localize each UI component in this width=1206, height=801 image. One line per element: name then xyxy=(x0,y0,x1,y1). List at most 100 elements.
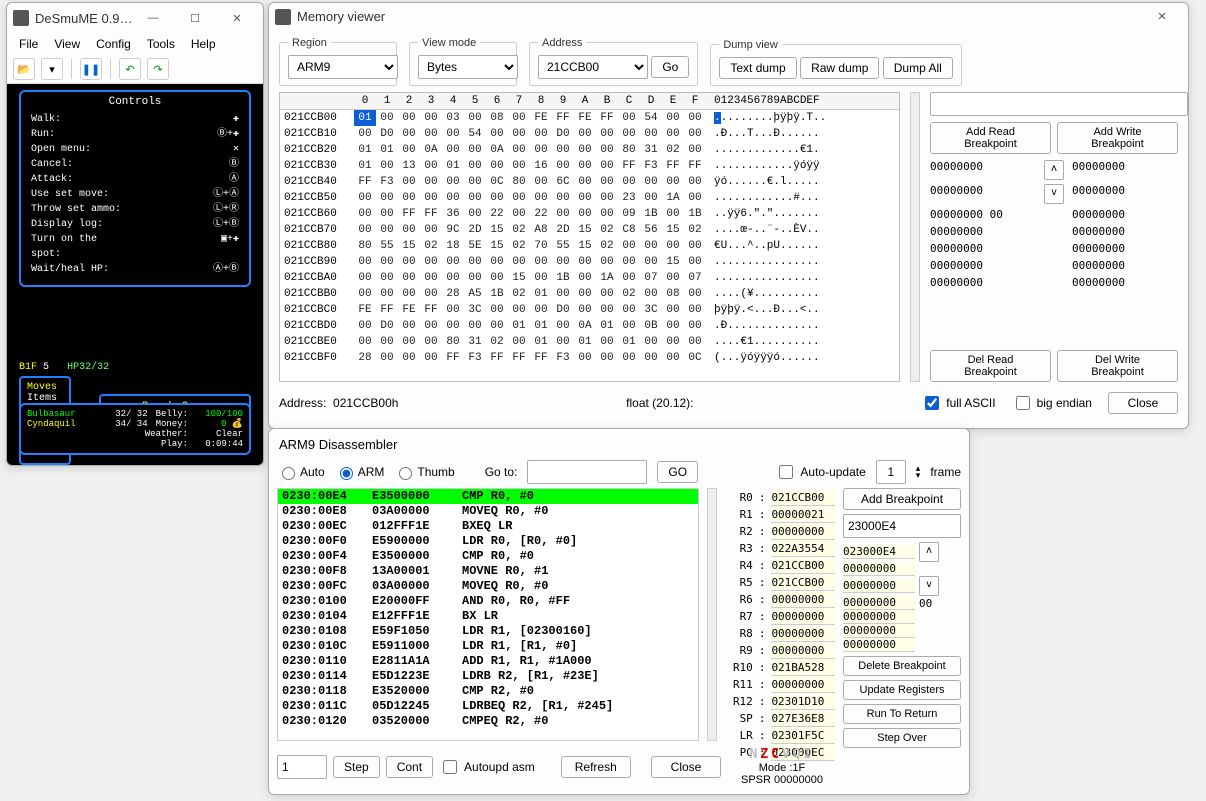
hex-byte[interactable]: 00 xyxy=(552,206,574,222)
asm-row[interactable]: 0230:00FC03A00000MOVEQ R0, #0 xyxy=(278,579,698,594)
asm-row[interactable]: 0230:0118E3520000CMP R2, #0 xyxy=(278,684,698,699)
hex-byte[interactable]: FE xyxy=(574,110,596,126)
game-menu-item[interactable]: Moves xyxy=(27,382,63,393)
hex-byte[interactable]: 00 xyxy=(508,302,530,318)
hex-byte[interactable]: 00 xyxy=(530,142,552,158)
hex-byte[interactable]: 00 xyxy=(618,254,640,270)
hex-byte[interactable]: 00 xyxy=(574,190,596,206)
run-return-button[interactable]: Run To Return xyxy=(843,704,961,724)
add-bp-button[interactable]: Add Breakpoint xyxy=(843,488,961,510)
hex-byte[interactable]: F3 xyxy=(552,350,574,366)
hex-byte[interactable]: 00 xyxy=(354,126,376,142)
hex-byte[interactable]: 15 xyxy=(574,238,596,254)
register-value[interactable]: 021BA528 xyxy=(771,660,835,676)
hex-byte[interactable]: 00 xyxy=(530,302,552,318)
dropdown-icon[interactable]: ▾ xyxy=(41,58,63,80)
hex-byte[interactable]: 01 xyxy=(354,158,376,174)
hex-byte[interactable]: 00 xyxy=(442,174,464,190)
hex-byte[interactable]: 00 xyxy=(398,174,420,190)
hex-byte[interactable]: 31 xyxy=(464,334,486,350)
menu-config[interactable]: Config xyxy=(88,35,139,53)
bp-entry[interactable]: 00000000 xyxy=(1072,276,1178,289)
hex-byte[interactable]: 00 xyxy=(376,334,398,350)
hex-byte[interactable]: 00 xyxy=(618,302,640,318)
rotate-left-icon[interactable]: ↶ xyxy=(119,58,141,80)
bp-list-item[interactable]: 023000E4 xyxy=(843,545,915,559)
hex-byte[interactable]: 00 xyxy=(508,334,530,350)
register-value[interactable]: 00000021 xyxy=(771,507,835,523)
hex-byte[interactable]: 00 xyxy=(354,334,376,350)
hex-byte[interactable]: 00 xyxy=(684,126,706,142)
goto-input[interactable] xyxy=(527,460,647,484)
hex-byte[interactable]: 00 xyxy=(618,110,640,126)
hex-byte[interactable]: 00 xyxy=(398,126,420,142)
asm-row[interactable]: 0230:00EC012FFF1EBXEQ LR xyxy=(278,519,698,534)
hex-byte[interactable]: 01 xyxy=(354,110,376,126)
hex-byte[interactable]: FF xyxy=(376,302,398,318)
bp-list-item[interactable]: 00000000 xyxy=(843,610,915,624)
hex-byte[interactable]: 0A xyxy=(486,142,508,158)
hex-byte[interactable]: 00 xyxy=(442,142,464,158)
hex-byte[interactable]: 00 xyxy=(552,318,574,334)
bp-entry[interactable]: 00000000 xyxy=(1072,160,1178,180)
bp-input[interactable] xyxy=(930,92,1188,116)
hex-byte[interactable]: 00 xyxy=(508,158,530,174)
hex-byte[interactable]: 00 xyxy=(398,350,420,366)
hex-byte[interactable]: 00 xyxy=(508,190,530,206)
hex-byte[interactable]: 00 xyxy=(376,206,398,222)
hex-byte[interactable]: 00 xyxy=(376,158,398,174)
hex-byte[interactable]: 00 xyxy=(530,174,552,190)
hex-byte[interactable]: 00 xyxy=(530,190,552,206)
hex-byte[interactable]: 07 xyxy=(684,270,706,286)
hex-byte[interactable]: 28 xyxy=(354,350,376,366)
bp-entry[interactable]: 00000000 xyxy=(930,242,1036,255)
hex-byte[interactable]: 00 xyxy=(596,126,618,142)
cont-button[interactable]: Cont xyxy=(386,756,433,778)
bp-entry[interactable]: 00000000 00 xyxy=(930,208,1036,221)
hex-byte[interactable]: 00 xyxy=(684,174,706,190)
hex-byte[interactable]: 00 xyxy=(420,350,442,366)
scrollbar[interactable] xyxy=(707,488,717,741)
hex-byte[interactable]: 00 xyxy=(618,350,640,366)
hex-byte[interactable]: 0A xyxy=(574,318,596,334)
hex-byte[interactable]: 00 xyxy=(442,126,464,142)
close-icon[interactable]: ✕ xyxy=(1142,7,1182,27)
asm-row[interactable]: 0230:00E4E3500000CMP R0, #0 xyxy=(278,489,698,504)
hex-byte[interactable]: 00 xyxy=(376,286,398,302)
hex-byte[interactable]: FF xyxy=(354,174,376,190)
hex-byte[interactable]: 02 xyxy=(486,334,508,350)
rotate-right-icon[interactable]: ↷ xyxy=(147,58,169,80)
hex-byte[interactable]: 00 xyxy=(464,174,486,190)
hex-byte[interactable]: 22 xyxy=(530,206,552,222)
hex-byte[interactable]: 00 xyxy=(662,238,684,254)
hex-byte[interactable]: 00 xyxy=(420,222,442,238)
asm-row[interactable]: 0230:00F813A00001MOVNE R0, #1 xyxy=(278,564,698,579)
hex-byte[interactable]: 3C xyxy=(640,302,662,318)
hex-byte[interactable]: 00 xyxy=(684,110,706,126)
hex-byte[interactable]: 80 xyxy=(442,334,464,350)
hex-byte[interactable]: 1B xyxy=(552,270,574,286)
hex-byte[interactable]: FE xyxy=(398,302,420,318)
hex-byte[interactable]: 00 xyxy=(376,350,398,366)
full-ascii-check[interactable]: full ASCII xyxy=(921,393,995,413)
register-value[interactable]: 00000000 xyxy=(771,643,835,659)
hex-byte[interactable]: 00 xyxy=(618,318,640,334)
asm-row[interactable]: 0230:0108E59F1050LDR R1, [02300160] xyxy=(278,624,698,639)
hex-byte[interactable]: 01 xyxy=(442,158,464,174)
hex-byte[interactable]: 00 xyxy=(508,126,530,142)
hex-byte[interactable]: FF xyxy=(684,158,706,174)
hex-byte[interactable]: 00 xyxy=(552,158,574,174)
hex-byte[interactable]: D0 xyxy=(376,126,398,142)
hex-byte[interactable]: 00 xyxy=(398,286,420,302)
register-value[interactable]: 02301D10 xyxy=(771,694,835,710)
hex-byte[interactable]: 00 xyxy=(618,270,640,286)
bp-entry[interactable]: 00000000 xyxy=(1072,225,1178,238)
hex-byte[interactable]: 80 xyxy=(508,174,530,190)
bp-entry[interactable]: 00000000 xyxy=(930,259,1036,272)
hex-byte[interactable]: 36 xyxy=(442,206,464,222)
hex-byte[interactable]: FF xyxy=(662,158,684,174)
hex-byte[interactable]: 00 xyxy=(420,110,442,126)
register-value[interactable]: 00000000 xyxy=(771,524,835,540)
hex-byte[interactable]: 00 xyxy=(508,110,530,126)
register-value[interactable]: 00000000 xyxy=(771,626,835,642)
